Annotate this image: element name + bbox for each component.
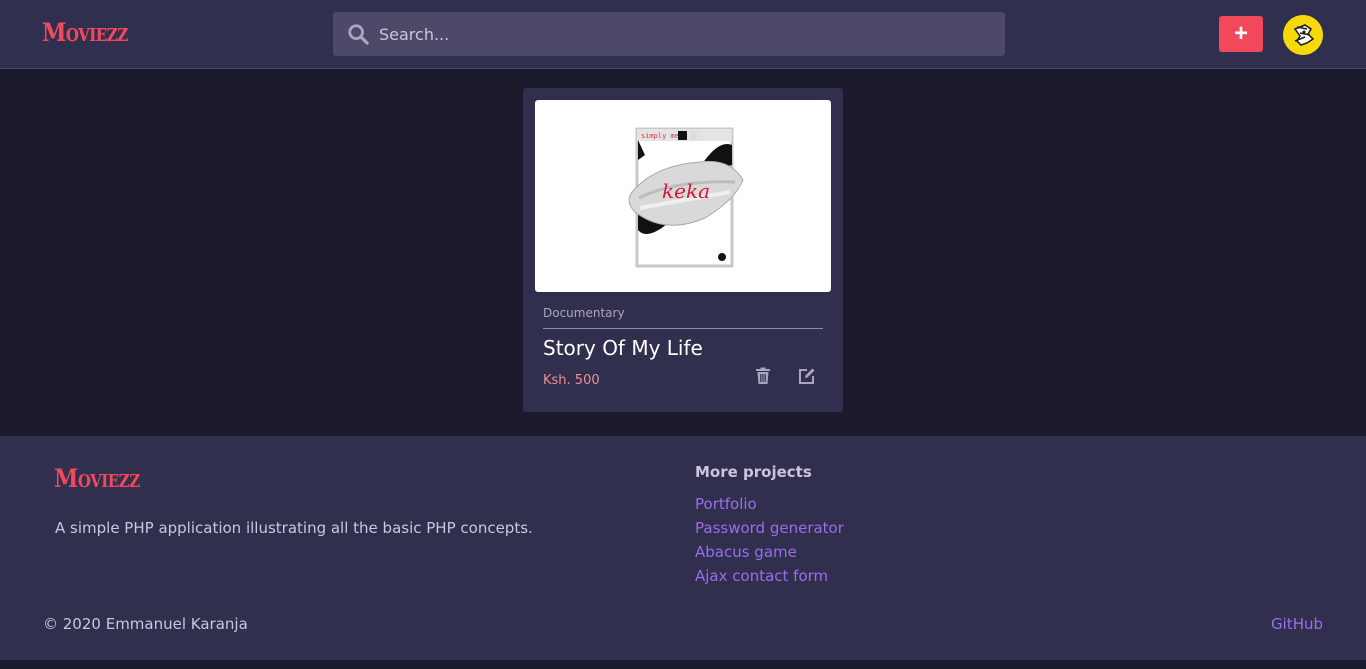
site-footer: Moviezz A simple PHP application illustr…: [0, 436, 1366, 660]
link-abacus-game[interactable]: Abacus game: [695, 543, 797, 561]
footer-logo[interactable]: Moviezz: [54, 464, 140, 494]
edit-icon[interactable]: [798, 367, 816, 385]
search-icon: [348, 24, 369, 45]
footer-description: A simple PHP application illustrating al…: [55, 519, 533, 537]
add-movie-button[interactable]: +: [1219, 16, 1263, 52]
more-projects-list: Portfolio Password generator Abacus game…: [695, 494, 844, 590]
top-navbar: Moviezz +: [0, 0, 1366, 69]
list-item: Portfolio: [695, 494, 844, 518]
link-portfolio[interactable]: Portfolio: [695, 495, 757, 513]
copyright-text: © 2020 Emmanuel Karanja: [43, 615, 248, 633]
search-input[interactable]: [379, 12, 989, 56]
trash-icon[interactable]: [755, 367, 771, 385]
movie-title: Story Of My Life: [543, 336, 703, 360]
movie-price: Ksh. 500: [543, 373, 600, 388]
movie-category: Documentary: [543, 306, 625, 320]
more-projects-heading: More projects: [695, 463, 812, 481]
github-link[interactable]: GitHub: [1271, 615, 1323, 633]
poster-title-text: keka: [662, 179, 710, 203]
list-item: Abacus game: [695, 542, 844, 566]
search-bar: [333, 12, 1005, 56]
card-divider: [543, 328, 823, 329]
link-ajax-contact-form[interactable]: Ajax contact form: [695, 567, 828, 585]
list-item: Password generator: [695, 518, 844, 542]
movie-card: simply me keka Documentary Story Of My L…: [523, 88, 843, 412]
avatar-image: [1283, 15, 1323, 55]
poster-small-caption: simply me: [641, 132, 679, 140]
poster-artwork: simply me keka: [628, 127, 744, 268]
link-password-generator[interactable]: Password generator: [695, 519, 844, 537]
list-item: Ajax contact form: [695, 566, 844, 590]
app-logo[interactable]: Moviezz: [42, 18, 128, 48]
movie-poster: simply me keka: [535, 100, 831, 292]
avatar[interactable]: [1283, 15, 1323, 55]
